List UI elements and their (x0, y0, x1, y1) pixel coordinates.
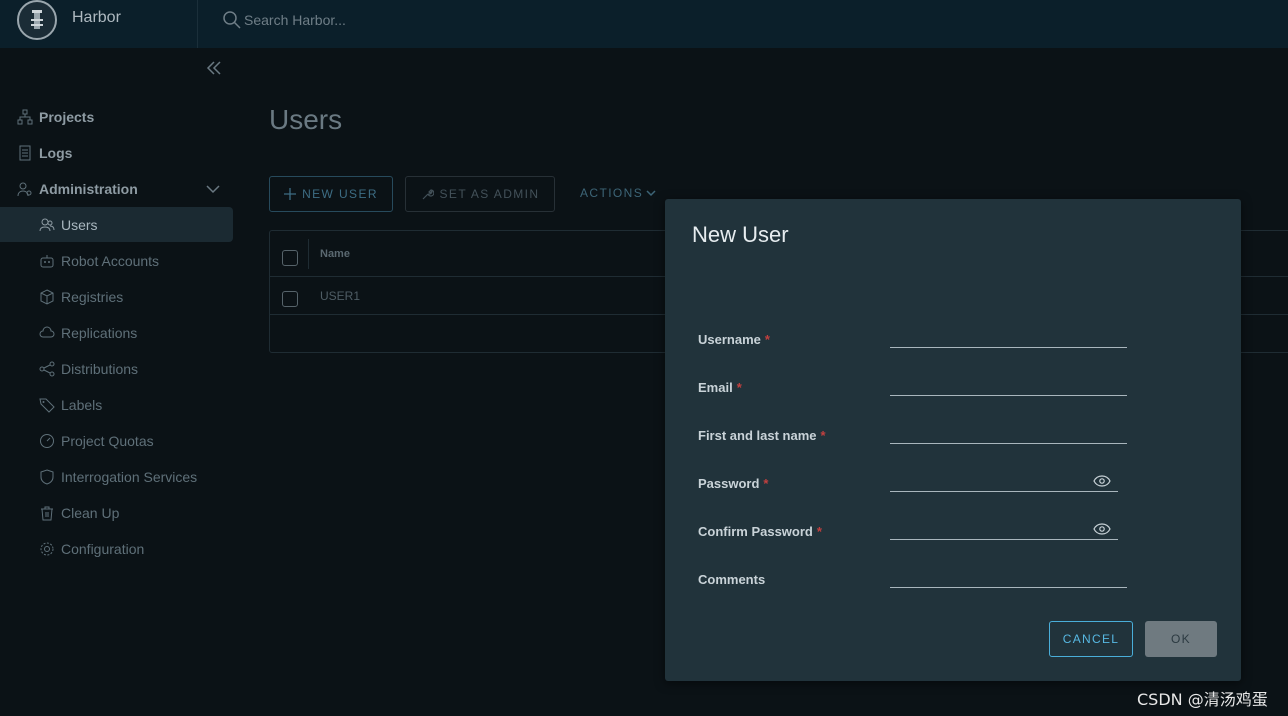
full-name-field[interactable] (890, 422, 1127, 444)
users-icon (39, 217, 55, 233)
sidebar-item-label: Replications (61, 324, 138, 341)
replications-icon (39, 325, 55, 341)
column-divider (308, 239, 309, 269)
sidebar-item-label: Logs (39, 144, 73, 161)
sidebar-item-labels[interactable]: Labels (0, 387, 233, 422)
sidebar-item-interrogation-services[interactable]: Interrogation Services (0, 459, 233, 494)
sidebar-item-label: Projects (39, 108, 95, 125)
robot-icon (39, 253, 55, 269)
logs-icon (17, 145, 33, 161)
confirm-password-row: Confirm Password * (665, 518, 1241, 564)
required-marker: * (763, 476, 769, 491)
projects-icon (17, 109, 33, 125)
sidebar-item-label: Robot Accounts (61, 252, 160, 269)
distributions-icon (39, 361, 55, 377)
email-label: Email * (698, 380, 742, 395)
top-header: Harbor Search Harbor... (0, 0, 1288, 48)
sidebar-item-administration[interactable]: Administration (0, 171, 233, 206)
brand-name[interactable]: Harbor (72, 9, 121, 27)
sidebar-item-label: Clean Up (61, 504, 120, 521)
password-label: Password * (698, 476, 769, 491)
cancel-button[interactable]: CANCEL (1049, 621, 1133, 657)
comments-label: Comments (698, 572, 766, 587)
search-input[interactable]: Search Harbor... (244, 12, 346, 28)
new-user-label: NEW USER (302, 187, 378, 201)
full-name-label: First and last name * (698, 428, 826, 443)
user-name-cell: USER1 (320, 289, 361, 303)
column-header-name[interactable]: Name (320, 248, 350, 260)
full-name-row: First and last name * (665, 422, 1241, 468)
required-marker: * (820, 428, 826, 443)
password-field[interactable] (890, 470, 1118, 492)
gear-icon (39, 541, 55, 557)
eye-icon[interactable] (1093, 474, 1111, 488)
set-as-admin-label: SET AS ADMIN (439, 187, 540, 201)
new-user-button[interactable]: NEW USER (269, 176, 393, 212)
sidebar-item-label: Administration (39, 180, 138, 197)
sidebar-item-distributions[interactable]: Distributions (0, 351, 233, 386)
row-checkbox[interactable] (282, 291, 298, 307)
chevron-down-icon (646, 190, 656, 197)
shield-icon (39, 468, 55, 485)
password-row: Password * (665, 470, 1241, 516)
sidebar-item-label: Configuration (61, 540, 145, 557)
sidebar-item-replications[interactable]: Replications (0, 315, 233, 350)
sidebar-item-label: Users (61, 216, 98, 233)
sidebar-item-label: Distributions (61, 360, 139, 377)
sidebar-item-project-quotas[interactable]: Project Quotas (0, 423, 233, 458)
comments-row: Comments (665, 566, 1241, 612)
actions-label: ACTIONS (580, 186, 644, 200)
sidebar-item-label: Project Quotas (61, 432, 154, 449)
quotas-icon (39, 433, 55, 449)
sidebar-item-projects[interactable]: Projects (0, 99, 233, 134)
email-field[interactable] (890, 374, 1127, 396)
sidebar-item-robot-accounts[interactable]: Robot Accounts (0, 243, 233, 278)
confirm-password-label: Confirm Password * (698, 524, 822, 539)
select-all-checkbox[interactable] (282, 250, 298, 266)
header-divider (197, 0, 198, 48)
administration-icon (17, 181, 33, 197)
username-label: Username * (698, 332, 770, 347)
registries-icon (39, 288, 55, 305)
dialog-title: New User (692, 222, 789, 247)
eye-icon[interactable] (1093, 522, 1111, 536)
sidebar-item-label: Interrogation Services (61, 468, 198, 485)
trash-icon (39, 505, 55, 521)
confirm-password-field[interactable] (890, 518, 1118, 540)
page-title: Users (269, 104, 343, 135)
required-marker: * (764, 332, 770, 347)
sidebar-item-registries[interactable]: Registries (0, 279, 233, 314)
email-row: Email * (665, 374, 1241, 420)
sidebar-item-configuration[interactable]: Configuration (0, 531, 233, 566)
sidebar-item-logs[interactable]: Logs (0, 135, 233, 170)
plus-icon (284, 188, 297, 200)
collapse-sidebar-icon[interactable] (204, 58, 224, 78)
watermark-text: CSDN @清汤鸡蛋 (1137, 690, 1268, 709)
comments-field[interactable] (890, 566, 1127, 588)
global-search[interactable]: Search Harbor... (222, 10, 346, 30)
username-field[interactable] (890, 326, 1127, 348)
sidebar-item-label: Labels (61, 396, 103, 413)
chevron-down-icon[interactable] (205, 181, 221, 197)
labels-icon (39, 397, 55, 413)
username-row: Username * (665, 326, 1241, 372)
new-user-dialog: New User Username * Email * First and last… (665, 199, 1241, 681)
sidebar-item-users[interactable]: Users (0, 207, 233, 242)
set-as-admin-button[interactable]: SET AS ADMIN (405, 176, 555, 212)
sidebar-item-clean-up[interactable]: Clean Up (0, 495, 233, 530)
search-icon (223, 11, 241, 29)
sidebar-item-label: Registries (61, 288, 124, 305)
harbor-logo-icon[interactable] (17, 0, 57, 40)
wrench-icon (422, 188, 434, 199)
required-marker: * (816, 524, 822, 539)
actions-dropdown[interactable]: ACTIONS (580, 186, 657, 200)
ok-button[interactable]: OK (1145, 621, 1217, 657)
required-marker: * (736, 380, 742, 395)
